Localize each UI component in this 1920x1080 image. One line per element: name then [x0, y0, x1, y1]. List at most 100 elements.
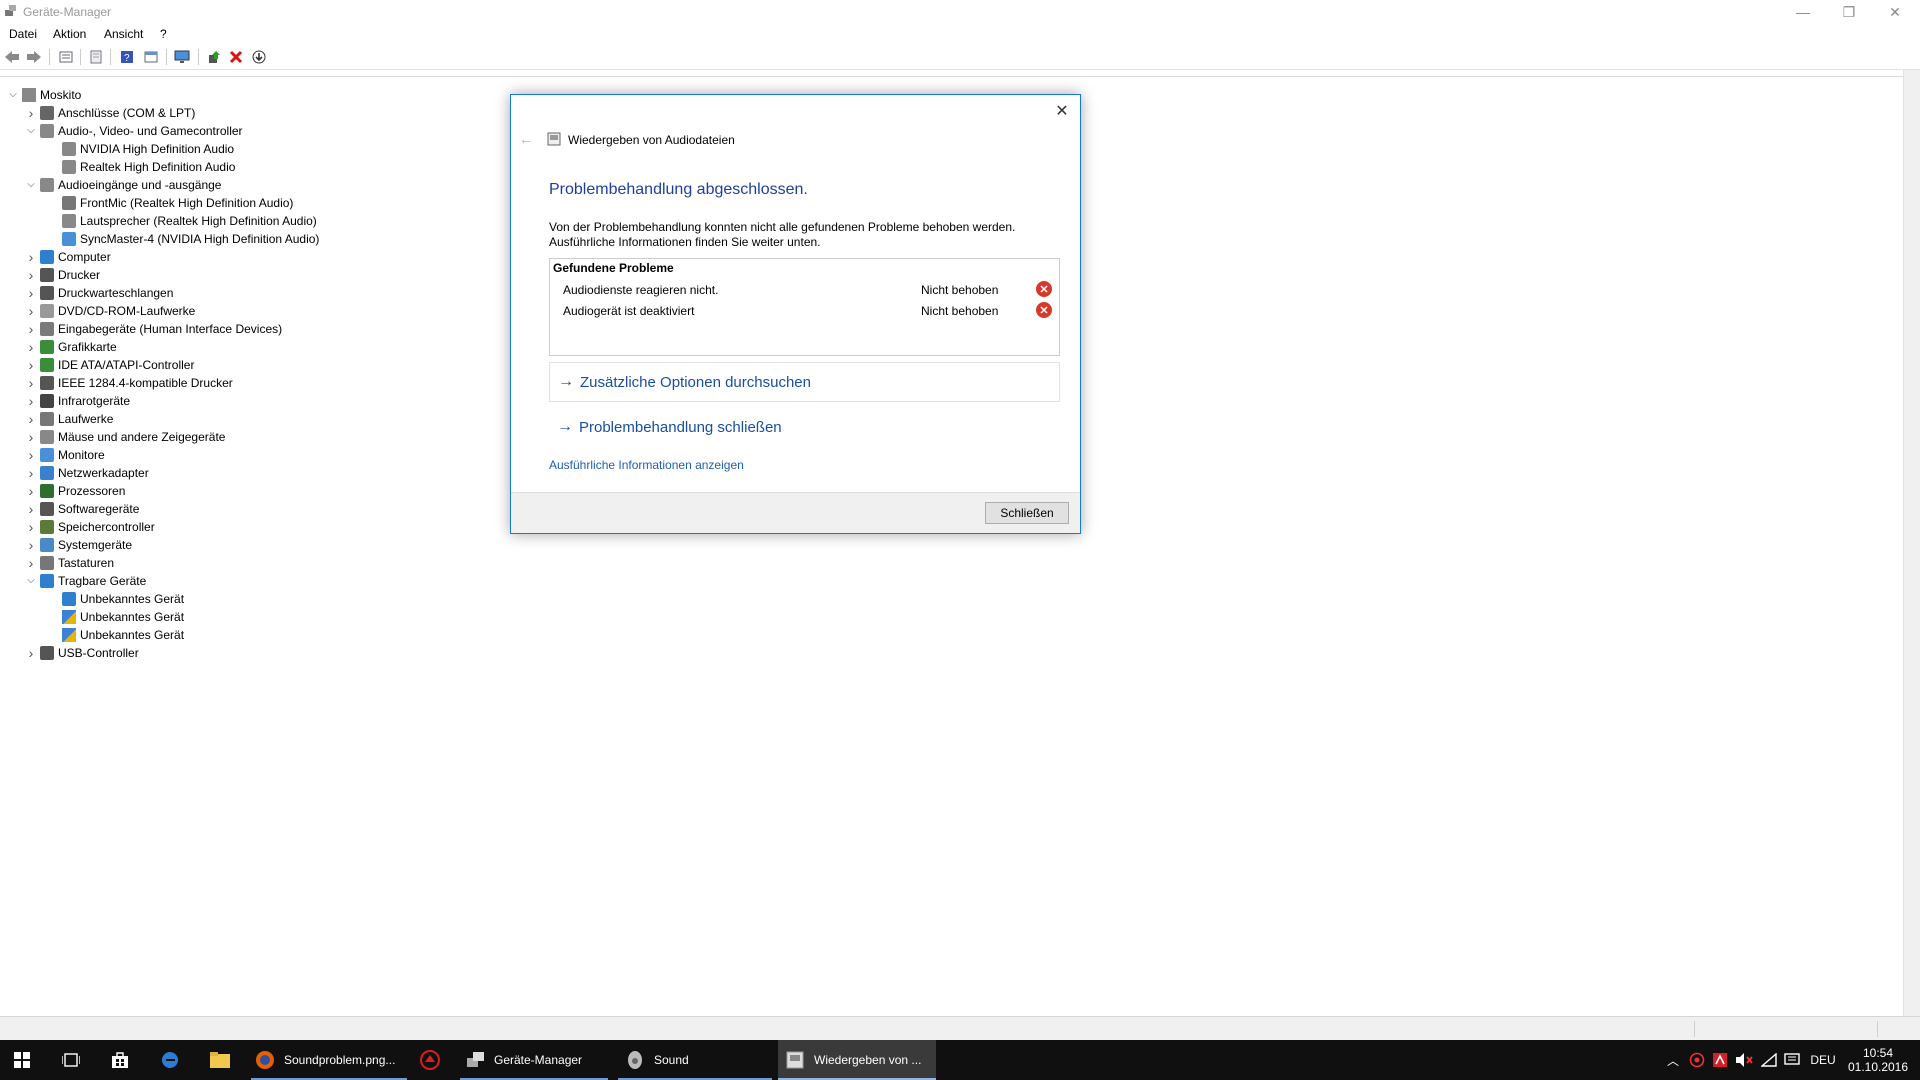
clock[interactable]: 10:54 01.10.2016 — [1846, 1040, 1910, 1080]
antivirus-icon[interactable] — [1687, 1040, 1707, 1080]
tree-item[interactable]: › Laufwerke — [24, 410, 114, 428]
tree-item[interactable]: › Mäuse und andere Zeigegeräte — [24, 428, 226, 446]
monitor-icon[interactable] — [173, 48, 191, 66]
tree-item[interactable]: › USB-Controller — [24, 644, 139, 662]
menu-datei[interactable]: Datei — [9, 27, 37, 41]
tree-item[interactable]: › Softwaregeräte — [24, 500, 140, 518]
tree-item[interactable]: FrontMic (Realtek High Definition Audio) — [46, 194, 293, 212]
chevron-right-icon[interactable]: › — [24, 266, 38, 284]
tree-item[interactable]: › Grafikkarte — [24, 338, 117, 356]
tree-item[interactable]: › Prozessoren — [24, 482, 126, 500]
back-arrow-icon[interactable]: ← — [519, 131, 533, 147]
chevron-right-icon[interactable]: › — [24, 482, 38, 500]
tree-item[interactable]: › Monitore — [24, 446, 105, 464]
chevron-right-icon[interactable]: › — [24, 446, 38, 464]
help-icon[interactable]: ? — [118, 48, 136, 66]
tree-item[interactable]: › Eingabegeräte (Human Interface Devices) — [24, 320, 282, 338]
tree-item[interactable]: › Speichercontroller — [24, 518, 155, 536]
tree-item[interactable]: › IDE ATA/ATAPI-Controller — [24, 356, 195, 374]
tree-item[interactable]: › DVD/CD-ROM-Laufwerke — [24, 302, 196, 320]
tree-item[interactable]: › IEEE 1284.4-kompatible Drucker — [24, 374, 233, 392]
chevron-down-icon[interactable]: ⌵ — [24, 176, 38, 194]
forward-icon[interactable] — [25, 48, 43, 66]
tree-item[interactable]: NVIDIA High Definition Audio — [46, 140, 234, 158]
close-troubleshooter-command[interactable]: → Problembehandlung schließen — [549, 408, 1058, 446]
chevron-right-icon[interactable]: › — [24, 356, 38, 374]
language-indicator[interactable]: DEU — [1808, 1040, 1838, 1080]
show-hidden-icon[interactable] — [87, 48, 105, 66]
chevron-up-icon[interactable]: ︿ — [1663, 1040, 1683, 1080]
tree-item[interactable]: › Infrarotgeräte — [24, 392, 130, 410]
chevron-right-icon[interactable]: › — [24, 428, 38, 446]
tree-item[interactable]: SyncMaster-4 (NVIDIA High Definition Aud… — [46, 230, 319, 248]
network-icon[interactable] — [1758, 1040, 1780, 1080]
file-explorer-icon[interactable] — [210, 1040, 230, 1080]
tree-item[interactable]: › Druckwarteschlangen — [24, 284, 174, 302]
restore-button[interactable]: ❐ — [1826, 0, 1872, 24]
tree-item[interactable]: ⌵ Audio-, Video- und Gamecontroller — [24, 122, 243, 140]
close-button[interactable]: Schließen — [985, 502, 1069, 524]
taskbar-button-sound[interactable]: Sound — [618, 1040, 774, 1080]
adobe-icon[interactable] — [1710, 1040, 1730, 1080]
chevron-right-icon[interactable]: › — [24, 104, 38, 122]
minimize-button[interactable]: — — [1780, 0, 1826, 24]
chevron-right-icon[interactable]: › — [24, 320, 38, 338]
properties-icon[interactable] — [57, 48, 75, 66]
taskbar-button-troubleshooter[interactable]: Wiedergeben von ... — [778, 1040, 936, 1080]
volume-muted-icon[interactable] — [1733, 1040, 1755, 1080]
store-icon[interactable] — [111, 1040, 129, 1080]
chevron-right-icon[interactable]: › — [24, 536, 38, 554]
taskbar-button-firefox[interactable]: Soundproblem.png... — [251, 1040, 411, 1080]
chevron-right-icon[interactable]: › — [24, 464, 38, 482]
tree-item[interactable]: ⌵ Tragbare Geräte — [24, 572, 146, 590]
action-center-icon[interactable] — [1781, 1040, 1803, 1080]
chevron-right-icon[interactable]: › — [24, 500, 38, 518]
tree-root[interactable]: ⌵ Moskito — [6, 86, 81, 104]
menu-ansicht[interactable]: Ansicht — [104, 27, 143, 41]
tree-item[interactable]: ⌵ Audioeingänge und -ausgänge — [24, 176, 221, 194]
chevron-down-icon[interactable]: ⌵ — [6, 86, 20, 104]
scan-hardware-icon[interactable] — [250, 48, 268, 66]
chevron-right-icon[interactable]: › — [24, 302, 38, 320]
monitor-icon — [62, 232, 76, 246]
tree-item[interactable]: › Computer — [24, 248, 111, 266]
task-view-icon[interactable] — [62, 1040, 80, 1080]
dialog-close-button[interactable]: ✕ — [1052, 101, 1072, 121]
windows-start-icon[interactable] — [14, 1040, 30, 1080]
tree-item[interactable]: › Anschlüsse (COM & LPT) — [24, 104, 196, 122]
back-icon[interactable] — [3, 48, 21, 66]
details-icon[interactable] — [142, 48, 160, 66]
problems-box: Gefundene Probleme Audiodienste reagiere… — [549, 258, 1060, 356]
menu-aktion[interactable]: Aktion — [53, 27, 86, 41]
tree-item[interactable]: › Systemgeräte — [24, 536, 132, 554]
chevron-right-icon[interactable]: › — [24, 248, 38, 266]
chevron-down-icon[interactable]: ⌵ — [24, 122, 38, 140]
tree-item[interactable]: › Netzwerkadapter — [24, 464, 149, 482]
menu-help[interactable]: ? — [160, 27, 167, 41]
close-window-button[interactable]: ✕ — [1872, 0, 1918, 24]
more-options-command[interactable]: → Zusätzliche Optionen durchsuchen — [549, 362, 1060, 402]
tree-item[interactable]: Unbekanntes Gerät — [46, 608, 184, 626]
details-link[interactable]: Ausführliche Informationen anzeigen — [549, 458, 744, 472]
chevron-right-icon[interactable]: › — [24, 284, 38, 302]
chevron-down-icon[interactable]: ⌵ — [24, 572, 38, 590]
tree-item[interactable]: Unbekanntes Gerät — [46, 626, 184, 644]
tree-item[interactable]: › Tastaturen — [24, 554, 114, 572]
tree-item[interactable]: › Drucker — [24, 266, 100, 284]
chevron-right-icon[interactable]: › — [24, 554, 38, 572]
chevron-right-icon[interactable]: › — [24, 392, 38, 410]
update-driver-icon[interactable] — [205, 48, 223, 66]
tree-item[interactable]: Unbekanntes Gerät — [46, 590, 184, 608]
app-red-icon[interactable] — [419, 1040, 441, 1080]
uninstall-icon[interactable] — [227, 48, 245, 66]
chevron-right-icon[interactable]: › — [24, 644, 38, 662]
chevron-right-icon[interactable]: › — [24, 338, 38, 356]
chevron-right-icon[interactable]: › — [24, 374, 38, 392]
taskbar-button-device-manager[interactable]: Geräte-Manager — [460, 1040, 610, 1080]
chevron-right-icon[interactable]: › — [24, 518, 38, 536]
edge-icon[interactable] — [161, 1040, 179, 1080]
vertical-scrollbar[interactable] — [1903, 70, 1920, 1016]
chevron-right-icon[interactable]: › — [24, 410, 38, 428]
tree-item[interactable]: Lautsprecher (Realtek High Definition Au… — [46, 212, 317, 230]
tree-item[interactable]: Realtek High Definition Audio — [46, 158, 235, 176]
